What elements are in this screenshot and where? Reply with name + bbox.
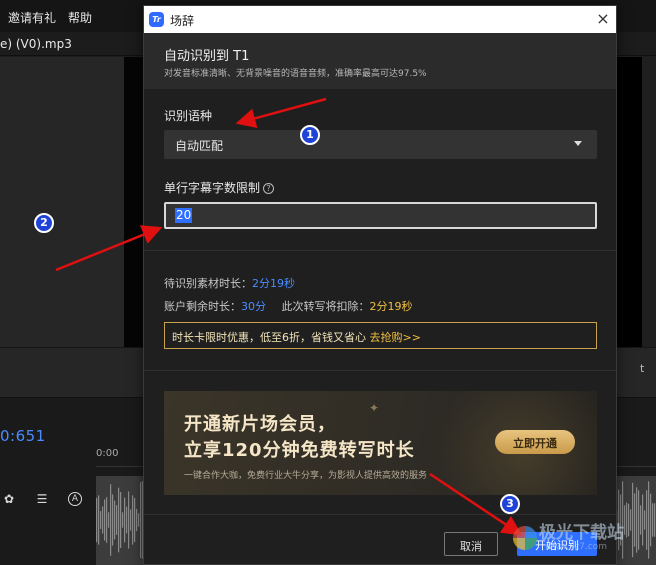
watermark-sub: www.xz7.com bbox=[545, 542, 607, 552]
app-logo-icon: Tr bbox=[149, 12, 164, 27]
banner-title: 开通新片场会员， bbox=[184, 414, 336, 435]
cancel-label: 取消 bbox=[460, 540, 482, 553]
open-membership-button[interactable]: 立即开通 bbox=[495, 430, 575, 454]
waveform-bar bbox=[132, 495, 134, 545]
dialog-titlebar: Tr 场辞 × bbox=[144, 6, 616, 33]
menu-help[interactable]: 帮助 bbox=[68, 9, 92, 26]
promo-bar[interactable]: 时长卡限时优惠，低至6折，省钱又省心 去抢购>> bbox=[164, 322, 597, 349]
waveform-bar bbox=[130, 509, 132, 531]
dialog-header: 自动识别到 T1 对发音标准清晰、无背景噪音的语音音频，准确率最高可达97.5% bbox=[144, 33, 616, 89]
promo-text: 时长卡限时优惠，低至6折，省钱又省心 去抢购>> bbox=[172, 329, 421, 345]
speech-recognition-dialog: Tr 场辞 × 自动识别到 T1 对发音标准清晰、无背景噪音的语音音频，准确率最… bbox=[143, 5, 617, 565]
waveform-bar bbox=[104, 499, 106, 541]
pending-duration: 待识别素材时长：2分19秒 bbox=[164, 275, 295, 291]
cancel-button[interactable]: 取消 bbox=[444, 532, 498, 556]
dialog-title: 场辞 bbox=[170, 14, 195, 28]
waveform-bar bbox=[114, 500, 116, 540]
waveform-bar bbox=[140, 482, 142, 558]
menu-invite[interactable]: 邀请有礼 bbox=[8, 9, 56, 26]
side-glyph: t bbox=[640, 362, 645, 375]
waveform-bar bbox=[120, 491, 122, 549]
watermark-logo-icon bbox=[513, 526, 537, 550]
watermark: 极光下载站 www.xz7.com bbox=[505, 518, 653, 560]
step-badge-2: 2 bbox=[34, 213, 54, 233]
remaining-value: 30分 bbox=[241, 300, 266, 313]
waveform-bar bbox=[112, 494, 114, 546]
chevron-down-icon bbox=[574, 141, 582, 146]
waveform-bar bbox=[124, 497, 126, 543]
banner-subtitle: 立享120分钟免费转写时长 bbox=[184, 440, 415, 461]
list-icon[interactable]: ☰ bbox=[35, 492, 49, 506]
language-select[interactable]: 自动匹配 bbox=[164, 130, 597, 159]
a-circle-icon[interactable]: A bbox=[68, 492, 82, 506]
waveform-bar bbox=[134, 497, 136, 543]
screen: 邀请有礼 帮助 e) (V0).mp3 t 0:651 0:00 ✿ ☰ A T… bbox=[0, 0, 656, 565]
waveform-bar bbox=[122, 512, 124, 528]
char-limit-label: 单行字幕字数限制? bbox=[164, 179, 275, 196]
step-badge-1: 1 bbox=[300, 125, 320, 145]
dialog-subheading: 对发音标准清晰、无背景噪音的语音音频，准确率最高可达97.5% bbox=[164, 69, 427, 79]
close-icon[interactable]: × bbox=[594, 10, 612, 28]
pending-value: 2分19秒 bbox=[252, 277, 295, 290]
char-limit-input[interactable]: 20 bbox=[164, 202, 597, 229]
timecode: 0:651 bbox=[0, 427, 46, 445]
waveform-bar bbox=[118, 487, 120, 553]
waveform-bar bbox=[126, 506, 128, 534]
waveform-bar bbox=[138, 513, 140, 527]
promo-link[interactable]: 去抢购>> bbox=[370, 331, 421, 344]
waveform-bar bbox=[654, 503, 656, 537]
step-badge-3: 3 bbox=[500, 494, 520, 514]
waveform-bar bbox=[128, 491, 130, 549]
preview-edge bbox=[617, 57, 642, 347]
waveform-bar bbox=[102, 506, 104, 534]
palette-icon[interactable]: ✿ bbox=[2, 492, 16, 506]
pending-label: 待识别素材时长： bbox=[164, 277, 252, 290]
divider bbox=[144, 514, 616, 515]
remaining-duration: 账户剩余时长：30分 此次转写将扣除：2分19秒 bbox=[164, 298, 413, 314]
left-panel bbox=[0, 57, 124, 347]
file-name: e) (V0).mp3 bbox=[0, 37, 72, 51]
divider bbox=[144, 250, 616, 251]
language-label: 识别语种 bbox=[164, 109, 213, 123]
dialog-heading: 自动识别到 T1 bbox=[164, 49, 250, 64]
waveform-bar bbox=[100, 510, 102, 530]
ruler-label: 0:00 bbox=[96, 448, 119, 459]
waveform-bar bbox=[110, 484, 112, 556]
deduct-label: 此次转写将扣除： bbox=[281, 300, 370, 313]
waveform-bar bbox=[116, 505, 118, 535]
open-membership-label: 立即开通 bbox=[513, 437, 557, 450]
divider bbox=[144, 370, 616, 371]
char-limit-value: 20 bbox=[175, 208, 193, 223]
watermark-text: 极光下载站 bbox=[539, 523, 624, 543]
language-value: 自动匹配 bbox=[175, 139, 224, 153]
waveform-bar bbox=[98, 495, 100, 545]
banner-description: 一键合作大咖，免费行业大牛分享，为影视人提供高效的服务 bbox=[184, 471, 428, 481]
waveform-bar bbox=[108, 512, 110, 528]
help-icon[interactable]: ? bbox=[263, 183, 275, 194]
char-limit-label-text: 单行字幕字数限制 bbox=[164, 181, 261, 195]
deduct-value: 2分19秒 bbox=[369, 300, 413, 313]
sparkle-icon: ✦ bbox=[369, 401, 380, 415]
remaining-label: 账户剩余时长： bbox=[164, 300, 241, 313]
promo-message: 时长卡限时优惠，低至6折，省钱又省心 bbox=[172, 331, 366, 344]
waveform-bar bbox=[136, 508, 138, 532]
membership-banner[interactable]: ✦ 开通新片场会员， 立享120分钟免费转写时长 一键合作大咖，免费行业大牛分享… bbox=[164, 391, 597, 495]
waveform-bar bbox=[106, 497, 108, 543]
waveform-bar bbox=[96, 497, 98, 543]
